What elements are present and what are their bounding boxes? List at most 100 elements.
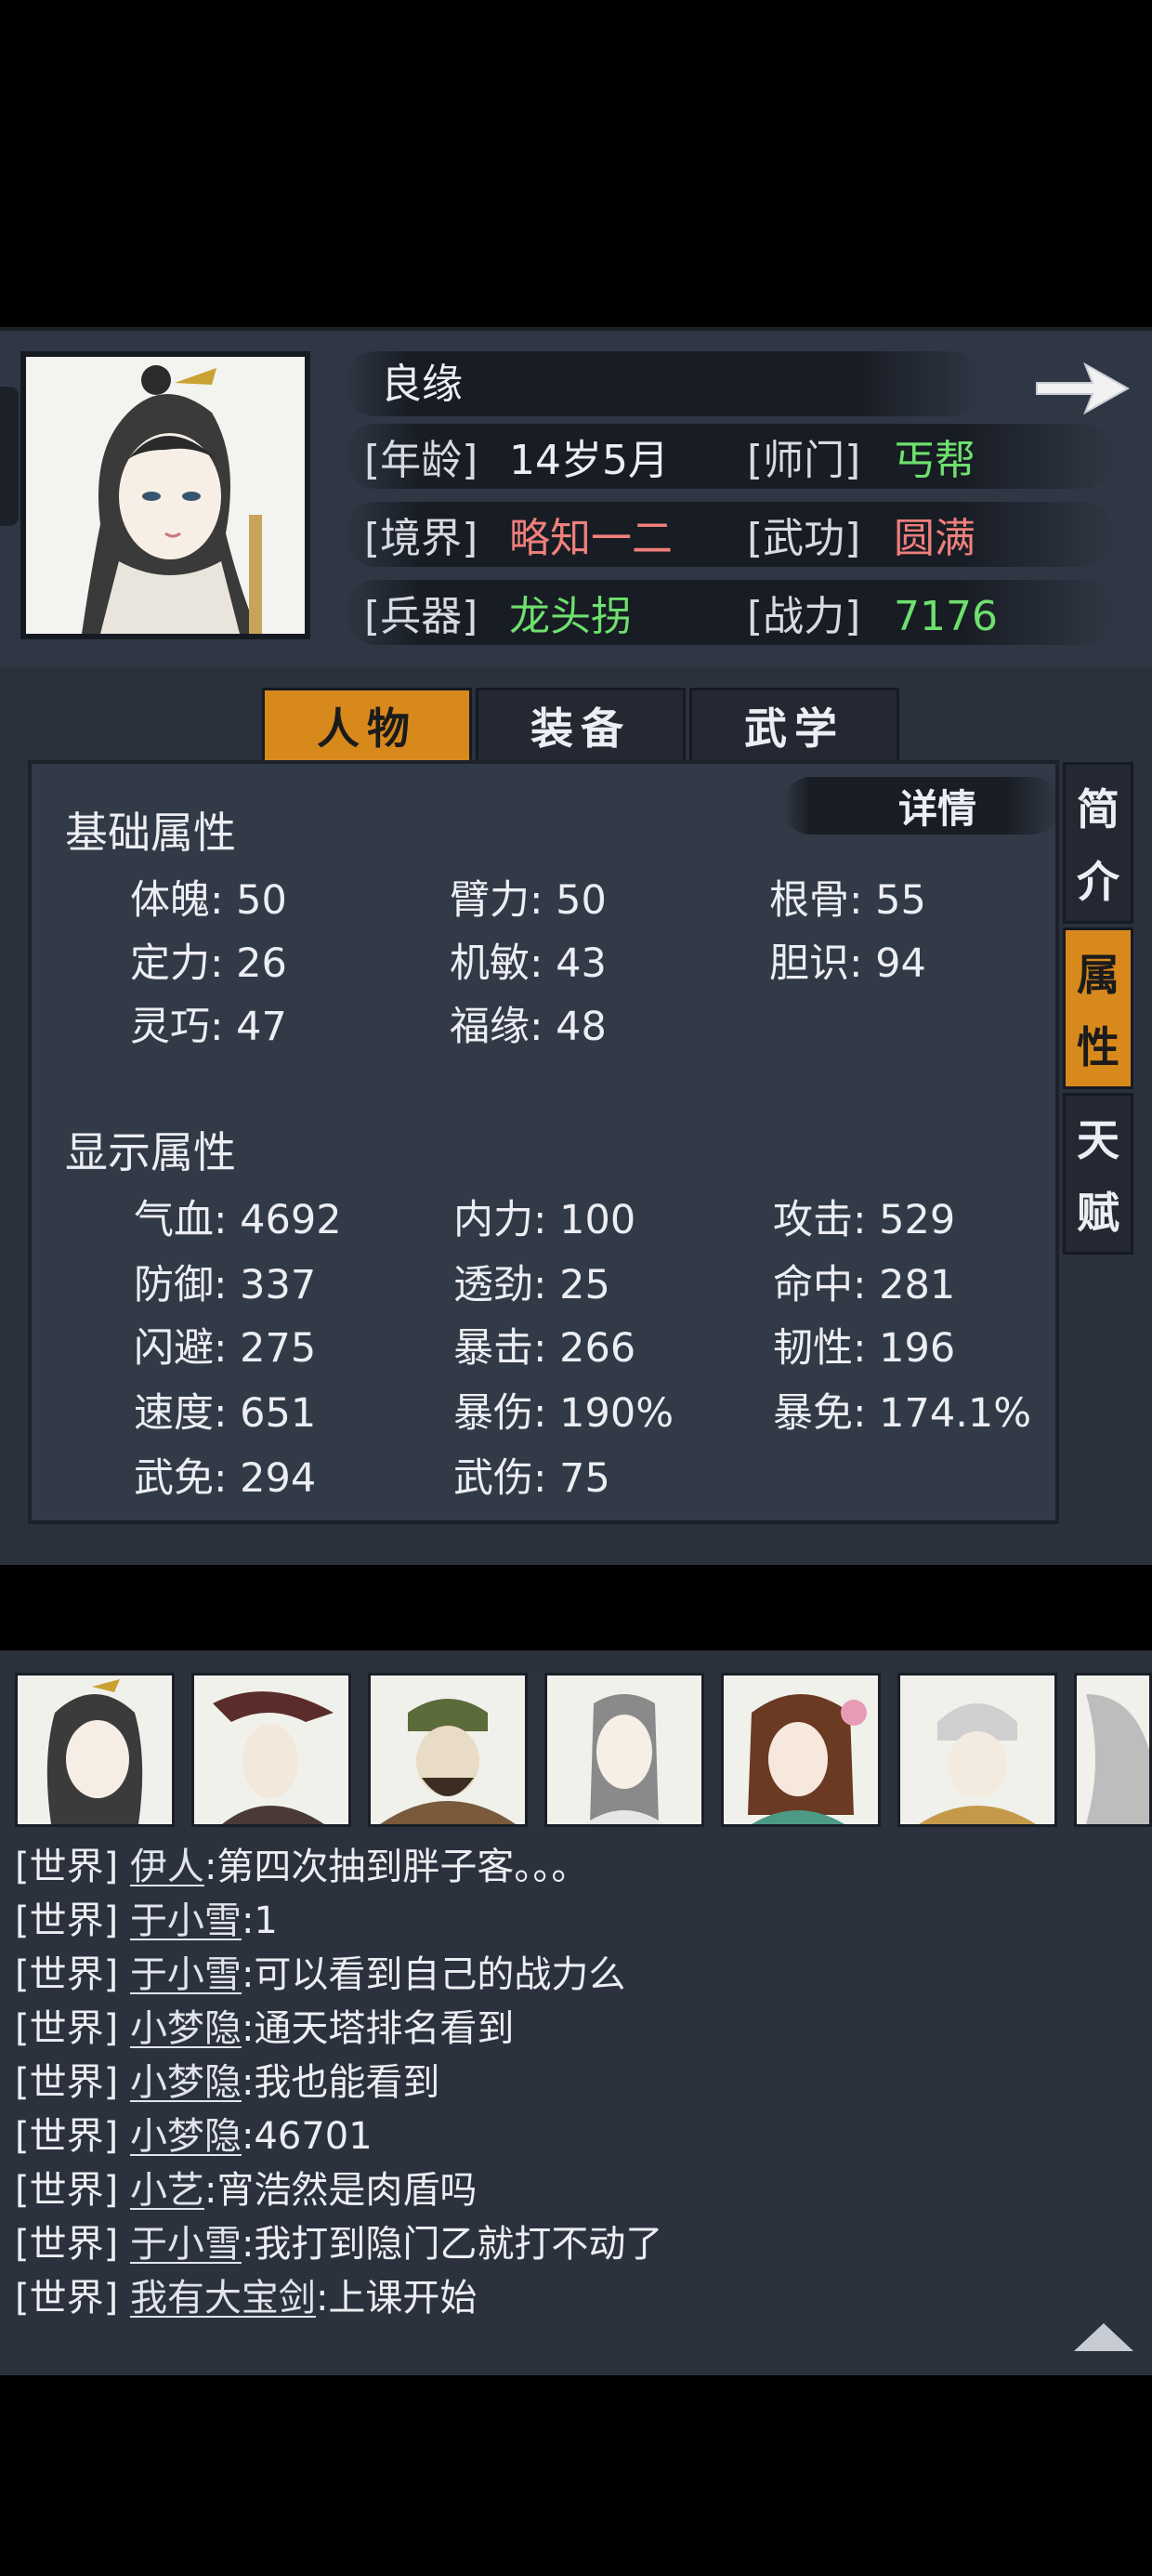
realm-label: [境界] bbox=[364, 515, 478, 562]
party-roster bbox=[0, 1650, 1152, 1834]
stat-item: 暴免: 174.1% bbox=[773, 1390, 1032, 1437]
stat-item: 韧性: 196 bbox=[773, 1325, 956, 1372]
left-edge-tab[interactable] bbox=[0, 387, 19, 526]
chat-message: :我打到隐门乙就打不动了 bbox=[241, 2223, 663, 2266]
avatar[interactable] bbox=[368, 1673, 528, 1827]
chat-channel: [世界] bbox=[15, 2223, 119, 2266]
chat-player-name[interactable]: 于小雪 bbox=[130, 1953, 242, 1996]
chat-channel: [世界] bbox=[15, 2007, 119, 2050]
martial-value: 圆满 bbox=[894, 515, 975, 562]
avatar[interactable] bbox=[1074, 1673, 1152, 1827]
stat-item: 灵巧: 47 bbox=[130, 1004, 287, 1050]
chat-player-name[interactable]: 小梦隐 bbox=[130, 2115, 242, 2158]
character-portrait bbox=[20, 351, 310, 639]
avatar[interactable] bbox=[721, 1673, 881, 1827]
sect-value: 丐帮 bbox=[894, 437, 975, 484]
stat-item: 透劲: 25 bbox=[453, 1262, 610, 1308]
side-tab-char: 性 bbox=[1077, 1022, 1119, 1072]
avatar[interactable] bbox=[544, 1673, 704, 1827]
stat-item: 机敏: 43 bbox=[450, 940, 607, 987]
portrait-drawing bbox=[26, 357, 305, 634]
stat-item: 防御: 337 bbox=[134, 1262, 317, 1308]
chat-channel: [世界] bbox=[15, 2277, 119, 2320]
chat-channel: [世界] bbox=[15, 2061, 119, 2104]
age-label: [年龄] bbox=[364, 437, 478, 484]
chat-line: [世界] 小艺:宵浩然是肉盾吗 bbox=[15, 2167, 477, 2214]
realm-value: 略知一二 bbox=[509, 515, 673, 562]
power-value: 7176 bbox=[894, 593, 998, 640]
chat-line: [世界] 小梦隐:通天塔排名看到 bbox=[15, 2005, 514, 2052]
side-tab-char: 天 bbox=[1077, 1115, 1119, 1165]
chat-message: :46701 bbox=[241, 2115, 373, 2158]
stat-item: 福缘: 48 bbox=[450, 1004, 607, 1050]
stat-item: 气血: 4692 bbox=[134, 1197, 342, 1243]
stats-box: 详情 基础属性 体魄: 50 臂力: 50 根骨: 55 定力: 26 机敏: … bbox=[28, 760, 1061, 1524]
stat-item: 命中: 281 bbox=[773, 1262, 956, 1308]
chat-player-name[interactable]: 小梦隐 bbox=[130, 2061, 242, 2104]
right-arrow-icon[interactable] bbox=[1031, 351, 1133, 426]
stat-item: 武免: 294 bbox=[134, 1455, 317, 1502]
chat-message: :我也能看到 bbox=[241, 2061, 440, 2104]
chat-line: [世界] 我有大宝剑:上课开始 bbox=[15, 2275, 477, 2321]
chat-line: [世界] 于小雪:可以看到自己的战力么 bbox=[15, 1952, 625, 1998]
tab-equipment[interactable]: 装备 bbox=[476, 688, 686, 764]
avatar[interactable] bbox=[15, 1673, 175, 1827]
stat-item: 暴伤: 190% bbox=[453, 1390, 674, 1437]
display-attributes-title: 显示属性 bbox=[65, 1127, 236, 1177]
weapon-label: [兵器] bbox=[364, 593, 478, 640]
side-tab-attributes[interactable]: 属 性 bbox=[1063, 927, 1133, 1089]
chat-player-name[interactable]: 小艺 bbox=[130, 2169, 204, 2212]
chat-channel: [世界] bbox=[15, 1953, 119, 1996]
chat-channel: [世界] bbox=[15, 2115, 119, 2158]
martial-label: [武功] bbox=[747, 515, 861, 562]
chat-line: [世界] 于小雪:1 bbox=[15, 1898, 278, 1944]
avatar[interactable] bbox=[897, 1673, 1057, 1827]
stat-item: 内力: 100 bbox=[453, 1197, 636, 1243]
main-tabs: 人物 装备 武学 bbox=[262, 688, 903, 764]
chat-player-name[interactable]: 我有大宝剑 bbox=[130, 2277, 316, 2320]
avatar[interactable] bbox=[191, 1673, 351, 1827]
chat-line: [世界] 于小雪:我打到隐门乙就打不动了 bbox=[15, 2221, 662, 2267]
chat-line: [世界] 小梦隐:46701 bbox=[15, 2113, 373, 2160]
stat-item: 武伤: 75 bbox=[453, 1455, 610, 1502]
chat-player-name[interactable]: 于小雪 bbox=[130, 2223, 242, 2266]
stat-item: 速度: 651 bbox=[134, 1390, 317, 1437]
side-tabs: 简 介 属 性 天 赋 bbox=[1063, 762, 1139, 1264]
tab-character[interactable]: 人物 bbox=[262, 688, 472, 764]
character-name: 良缘 bbox=[381, 361, 463, 408]
side-tab-char: 赋 bbox=[1077, 1188, 1119, 1238]
chat-player-name[interactable]: 于小雪 bbox=[130, 1899, 242, 1942]
side-tab-talent[interactable]: 天 赋 bbox=[1063, 1093, 1133, 1255]
chat-message: :上课开始 bbox=[315, 2277, 478, 2320]
power-label: [战力] bbox=[747, 593, 861, 640]
chat-line: [世界] 小梦隐:我也能看到 bbox=[15, 2059, 439, 2106]
chat-player-name[interactable]: 伊人 bbox=[130, 1846, 204, 1888]
stat-item: 闪避: 275 bbox=[134, 1325, 317, 1372]
chat-channel: [世界] bbox=[15, 2169, 119, 2212]
stat-item: 暴击: 266 bbox=[453, 1325, 636, 1372]
side-tab-intro[interactable]: 简 介 bbox=[1063, 762, 1133, 924]
chat-message: :通天塔排名看到 bbox=[241, 2007, 515, 2050]
age-value: 14岁5月 bbox=[509, 437, 669, 484]
triangle-up-icon[interactable] bbox=[1070, 2318, 1137, 2355]
chat-player-name[interactable]: 小梦隐 bbox=[130, 2007, 242, 2050]
stat-item: 胆识: 94 bbox=[769, 940, 926, 987]
basic-attributes-title: 基础属性 bbox=[65, 808, 236, 858]
detail-button[interactable]: 详情 bbox=[793, 773, 1081, 838]
chat-line: [世界] 伊人:第四次抽到胖子客。。。 bbox=[15, 1844, 588, 1890]
world-chat[interactable]: [世界] 伊人:第四次抽到胖子客。。。 [世界] 于小雪:1 [世界] 于小雪:… bbox=[0, 1834, 1152, 2375]
sect-label: [师门] bbox=[747, 437, 861, 484]
side-tab-char: 属 bbox=[1077, 950, 1119, 1000]
character-header: 良缘 [年龄] 14岁5月 [师门] 丐帮 [境界] 略知一二 [武功] 圆满 … bbox=[0, 327, 1152, 671]
chat-message: :宵浩然是肉盾吗 bbox=[203, 2169, 478, 2212]
chat-channel: [世界] bbox=[15, 1846, 119, 1888]
attribute-panel: 人物 装备 武学 详情 基础属性 体魄: 50 臂力: 50 根骨: 55 定力… bbox=[0, 667, 1152, 1565]
tab-martial-arts[interactable]: 武学 bbox=[689, 688, 899, 764]
side-tab-char: 介 bbox=[1077, 857, 1119, 907]
side-tab-char: 简 bbox=[1077, 784, 1119, 835]
stat-item: 臂力: 50 bbox=[450, 877, 607, 924]
chat-message: :1 bbox=[241, 1899, 278, 1942]
stat-item: 体魄: 50 bbox=[130, 877, 287, 924]
chat-channel: [世界] bbox=[15, 1899, 119, 1942]
chat-message: :第四次抽到胖子客。。。 bbox=[203, 1846, 589, 1888]
